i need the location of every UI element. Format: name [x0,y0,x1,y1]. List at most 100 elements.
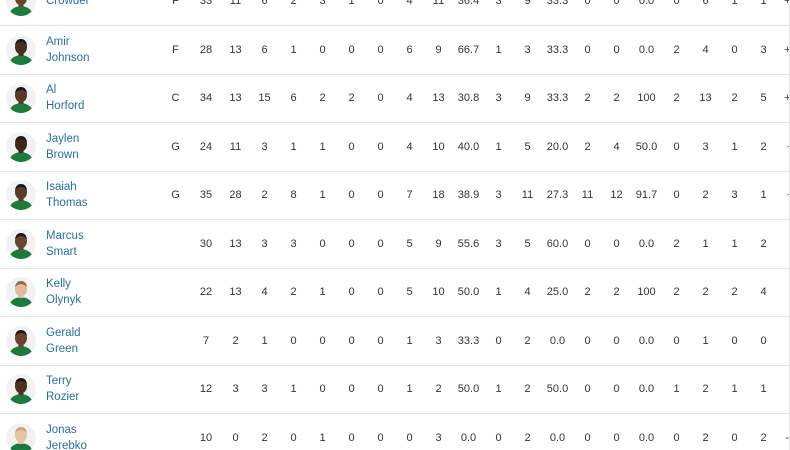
player-avatar-icon[interactable] [6,131,36,162]
stat-cell: 1 [319,140,326,153]
player-first-name[interactable]: Al [46,82,84,98]
stat-cell: 100 [637,92,656,105]
stat-cell: 0 [319,383,326,396]
player-avatar-icon[interactable] [6,0,36,16]
player-avatar-icon[interactable] [6,422,36,450]
stat-cell: 12 [199,383,213,396]
player-avatar-icon[interactable] [6,277,36,308]
stat-cell: 9 [435,43,442,56]
player-first-name[interactable]: Marcus [46,228,84,244]
stat-cell: 11 [432,0,445,7]
stat-cell: 0 [584,43,591,56]
player-cell: Isaiah Thomas [0,171,160,220]
player-avatar-icon[interactable] [6,34,36,65]
stat-cell: 1 [731,237,738,250]
player-last-name[interactable]: Johnson [46,50,89,66]
stat-cell: 3 [435,431,442,444]
stat-cell: 6 [261,0,268,7]
stat-cell: 2 [731,286,738,299]
player-avatar-icon[interactable] [6,180,36,211]
stat-cell: 13 [229,237,242,250]
stat-cell: 4 [406,140,413,153]
player-avatar-icon[interactable] [6,325,36,356]
stat-cell: 7 [202,334,210,347]
player-first-name[interactable]: Gerald [46,325,81,341]
stat-cell: 0.0 [638,383,655,396]
player-cell: Kelly Olynyk [0,268,160,317]
player-avatar-icon[interactable] [6,374,36,405]
position-cell [160,317,191,366]
stat-cell: 1 [731,0,738,7]
stat-cell: 35 [199,189,213,202]
stat-cell: 0 [290,334,297,347]
player-first-name[interactable]: Terry [46,373,79,389]
position-cell: C [171,92,180,105]
stat-cell: 2 [760,431,767,444]
player-first-name[interactable]: Jaylen [46,131,79,147]
stat-cell: 1 [495,43,502,56]
stat-cell: 1 [319,286,326,299]
stat-cell: 8 [290,189,297,202]
stat-cell: 34 [199,92,213,105]
stat-cell: 2 [673,43,680,56]
player-first-name[interactable]: Jonas [46,422,87,438]
stat-cell: 0 [319,43,326,56]
stat-cell: 3 [290,237,297,250]
stat-cell: 33.3 [546,92,569,105]
stat-cell: 0 [613,0,620,7]
stat-cell: 13 [699,92,712,105]
stat-cell: 40.0 [457,140,480,153]
stat-cell: 0.0 [638,431,655,444]
player-last-name[interactable]: Thomas [46,195,88,211]
player-avatar-icon[interactable] [6,228,36,259]
stat-cell: 1 [731,383,738,396]
stat-cell: 91.7 [635,189,658,202]
player-cell: Al Horford [0,74,160,123]
player-first-name[interactable]: Isaiah [46,179,88,195]
player-avatar-icon[interactable] [6,83,36,114]
player-first-name[interactable]: Kelly [46,276,81,292]
stat-cell: 60.0 [546,237,569,250]
stat-cell: 2 [319,92,326,105]
stat-cell: 2 [673,286,680,299]
stat-cell: 0 [377,334,384,347]
stat-cell: 1 [702,237,709,250]
stat-cell: 3 [261,140,268,153]
stat-cell: 13 [229,43,242,56]
stat-cell: 0 [406,431,413,444]
stat-cell: 3 [495,189,502,202]
stat-cell: 2 [702,383,709,396]
stat-cell: 0 [731,43,738,56]
stat-cell: 10 [199,431,213,444]
stat-cell: 0 [731,334,738,347]
stat-cell: 2 [290,0,297,7]
stat-cell: 6 [702,0,709,7]
player-last-name[interactable]: Smart [46,244,84,260]
player-last-name[interactable]: Horford [46,98,84,114]
table-row: Crowder F 33 11 6 2 3 1 0 4 11 36.4 3 9 33.3 0 0 0.0 0 6 1 1 +… [0,0,790,26]
stat-cell: 0 [613,431,620,444]
stat-cell: 3 [524,43,531,56]
player-last-name[interactable]: Green [46,341,81,357]
stat-cell: 1 [673,383,680,396]
player-last-name[interactable]: Crowder [46,0,89,9]
stat-cell: 2 [524,334,531,347]
player-last-name[interactable]: Jerebko [46,438,87,450]
stat-cell: 27.3 [546,189,569,202]
stat-cell: 1 [760,383,767,396]
player-last-name[interactable]: Olynyk [46,292,81,308]
stat-cell: 2 [702,431,709,444]
stat-cell: 11 [229,140,242,153]
stat-cell: 1 [406,334,413,347]
player-last-name[interactable]: Rozier [46,389,79,405]
stat-cell: 2 [673,92,680,105]
stat-cell: 2 [232,334,239,347]
player-last-name[interactable]: Brown [46,147,79,163]
player-cell: Terry Rozier [0,365,160,414]
stat-cell: 0 [377,43,384,56]
player-first-name[interactable]: Amir [46,34,89,50]
stat-cell: 20.0 [546,140,569,153]
stat-cell: 1 [495,140,502,153]
stat-cell: 3 [435,334,442,347]
stat-cell: 4 [760,286,767,299]
